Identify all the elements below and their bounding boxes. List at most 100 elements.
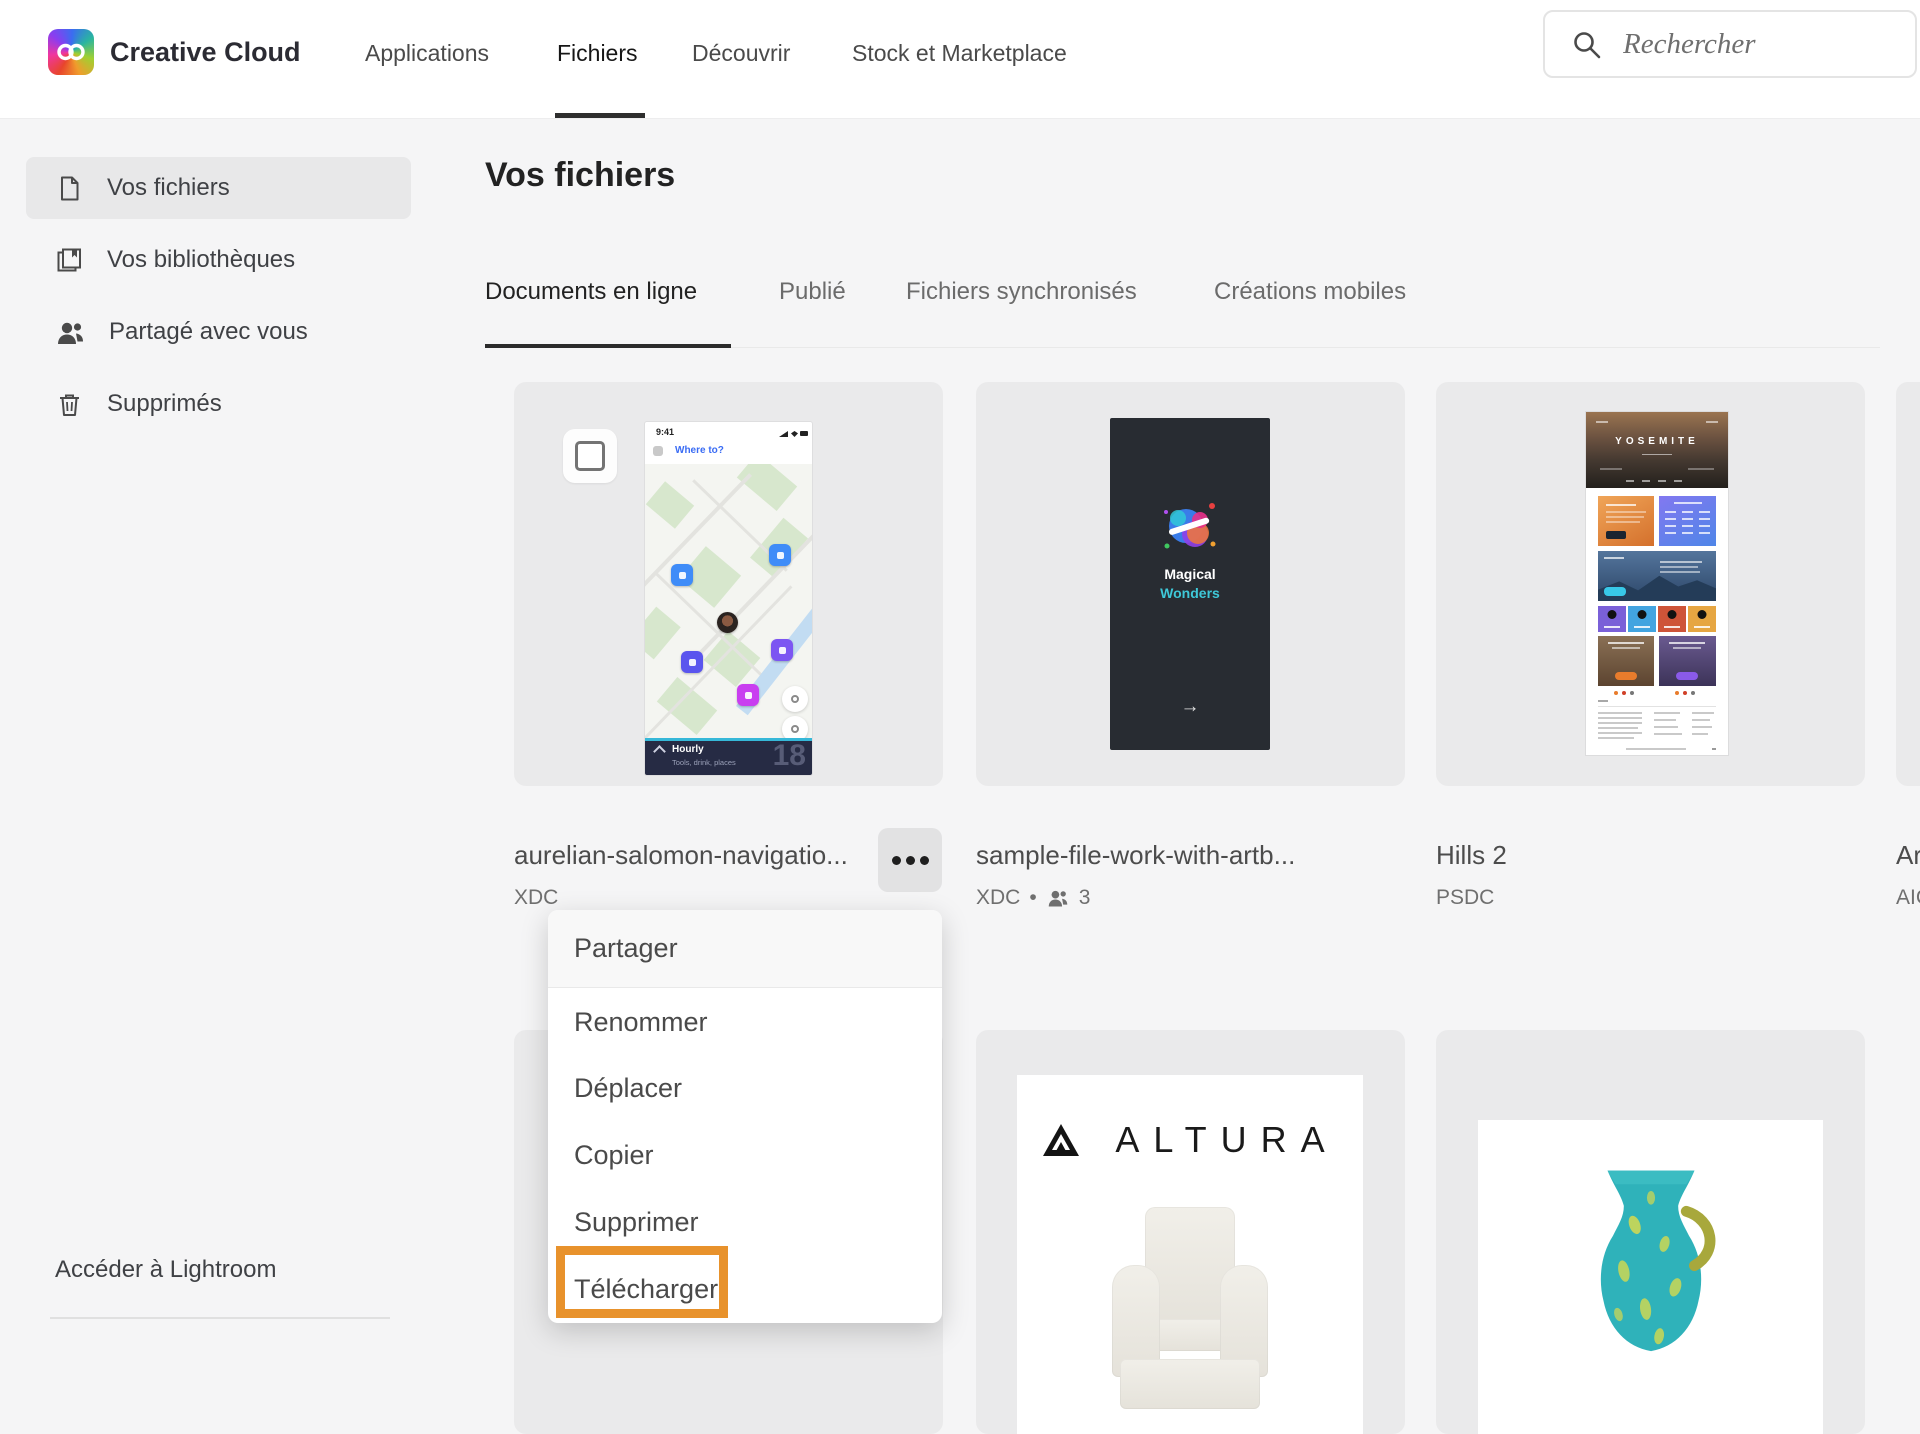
altura-logo-icon <box>1041 1122 1081 1158</box>
file-checkbox-tile[interactable] <box>563 429 617 483</box>
file-card-altura[interactable]: ALTURA <box>976 1030 1405 1434</box>
menu-item-copier[interactable]: Copier <box>548 1122 942 1189</box>
file-thumbnail-yosemite-site: YOSEMITE <box>1586 412 1728 755</box>
active-tab-underline <box>485 344 731 348</box>
nav-item-fichiers[interactable]: Fichiers <box>557 40 638 67</box>
file-thumbnail-altura: ALTURA <box>1017 1075 1363 1434</box>
mountain-panel <box>1598 551 1716 601</box>
orange-panel <box>1598 496 1654 546</box>
map-button-1 <box>782 686 808 712</box>
file-card-sample-file[interactable]: Magical Wonders → <box>976 382 1405 786</box>
sidebar-item-supprimes[interactable]: Supprimés <box>26 373 411 435</box>
wonders-label: Wonders <box>1110 585 1270 601</box>
file-thumbnail-vase <box>1478 1120 1823 1434</box>
page-title: Vos fichiers <box>485 156 675 195</box>
sheet-title: Hourly <box>672 744 704 755</box>
armchair-image <box>1110 1207 1270 1434</box>
tab-documents-en-ligne[interactable]: Documents en ligne <box>485 278 697 306</box>
file-type: AIC <box>1896 886 1920 910</box>
menu-item-deplacer[interactable]: Déplacer <box>548 1055 942 1122</box>
file-card-hills2[interactable]: YOSEMITE <box>1436 382 1865 786</box>
magical-label: Magical <box>1110 566 1270 582</box>
search-input[interactable] <box>1545 12 1915 76</box>
phone-status-time: 9:41 <box>656 427 674 437</box>
nav-item-stock-marketplace[interactable]: Stock et Marketplace <box>852 40 1067 67</box>
file-card-vase[interactable] <box>1436 1030 1865 1434</box>
map-pin-indigo <box>681 651 703 673</box>
file-type: XDC <box>514 886 558 910</box>
magical-wonders-logo <box>1162 500 1218 558</box>
sidebar-item-label: Vos bibliothèques <box>107 246 295 274</box>
file-checkbox[interactable] <box>575 441 605 471</box>
creative-cloud-logo-icon[interactable] <box>48 29 94 75</box>
shared-count: 3 <box>1079 886 1091 910</box>
people-icon <box>56 319 85 346</box>
file-context-menu: Partager Renommer Déplacer Copier Suppri… <box>548 910 942 1323</box>
sidebar-item-partage-avec-vous[interactable]: Partagé avec vous <box>26 301 411 363</box>
file-name[interactable]: aurelian-salomon-navigatio... <box>514 840 848 871</box>
nav-item-applications[interactable]: Applications <box>365 40 489 67</box>
sheet-subtitle: Tools, drink, places <box>672 758 736 767</box>
teal-pitcher-illustration <box>1556 1156 1746 1416</box>
battery-icon <box>800 431 808 436</box>
yosemite-hero: YOSEMITE <box>1586 412 1728 488</box>
map-pin-blue <box>769 544 791 566</box>
nav-item-decouvrir[interactable]: Découvrir <box>692 40 790 67</box>
map-button-2 <box>782 716 808 738</box>
libraries-icon <box>56 247 83 274</box>
file-card-aurelian[interactable]: 9:41 Where to? <box>514 382 943 786</box>
file-type: XDC <box>976 886 1020 910</box>
tab-fichiers-synchronises[interactable]: Fichiers synchronisés <box>906 278 1137 306</box>
menu-item-telecharger[interactable]: Télécharger <box>548 1256 942 1323</box>
chevron-up-icon <box>653 745 666 758</box>
creative-cloud-files-page: { "header": { "brand": "Creative Cloud",… <box>0 0 1920 1334</box>
map-bottom-sheet: Hourly Tools, drink, places 18 <box>645 738 812 775</box>
trash-icon <box>56 391 83 418</box>
category-tiles <box>1598 606 1716 632</box>
photo-card-left <box>1598 636 1654 686</box>
pricing-panel <box>1659 496 1716 546</box>
wifi-icon <box>791 431 798 437</box>
where-to-label: Where to? <box>675 445 724 456</box>
photo-card-right <box>1659 636 1716 686</box>
file-name[interactable]: Hills 2 <box>1436 840 1507 871</box>
menu-item-renommer[interactable]: Renommer <box>548 989 942 1055</box>
file-name[interactable]: Ar <box>1896 840 1920 871</box>
map-area <box>645 464 812 738</box>
sidebar-item-vos-bibliotheques[interactable]: Vos bibliothèques <box>26 229 411 291</box>
map-pin-magenta <box>737 684 759 706</box>
arrow-right-glyph: → <box>1110 696 1270 718</box>
shared-people-icon <box>1046 888 1070 908</box>
tab-publie[interactable]: Publié <box>779 278 846 306</box>
altura-wordmark: ALTURA <box>1101 1119 1338 1161</box>
menu-item-partager[interactable]: Partager <box>548 910 942 988</box>
file-thumbnail-map-app: 9:41 Where to? <box>645 422 812 775</box>
file-thumbnail-magical-wonders: Magical Wonders → <box>1110 418 1270 750</box>
tab-creations-mobiles[interactable]: Créations mobiles <box>1214 278 1406 306</box>
menu-item-supprimer[interactable]: Supprimer <box>548 1189 942 1256</box>
social-dots <box>1675 691 1695 695</box>
file-icon <box>56 175 83 202</box>
lightroom-link[interactable]: Accéder à Lightroom <box>55 1256 276 1284</box>
map-pin-violet <box>771 639 793 661</box>
sheet-number: 18 <box>773 739 806 773</box>
signal-icon <box>779 431 788 437</box>
nav-glyph-icon <box>653 446 663 456</box>
sidebar-item-label: Vos fichiers <box>107 174 230 202</box>
sidebar-item-label: Partagé avec vous <box>109 318 308 346</box>
active-nav-underline <box>555 113 645 118</box>
more-options-button[interactable] <box>878 828 942 892</box>
map-avatar <box>717 612 738 633</box>
sidebar-item-vos-fichiers[interactable]: Vos fichiers <box>26 157 411 219</box>
social-dots <box>1614 691 1634 695</box>
map-pin-blue <box>671 564 693 586</box>
file-name[interactable]: sample-file-work-with-artb... <box>976 840 1295 871</box>
file-type: PSDC <box>1436 886 1494 910</box>
file-card-clipped[interactable] <box>1896 382 1920 786</box>
brand-title: Creative Cloud <box>110 37 301 68</box>
meta-separator: • <box>1029 886 1036 910</box>
search-box[interactable] <box>1543 10 1917 78</box>
yosemite-title: YOSEMITE <box>1586 436 1728 447</box>
file-type-shared: XDC • 3 <box>976 886 1090 910</box>
top-app-bar: Creative Cloud Applications Fichiers Déc… <box>0 0 1920 119</box>
